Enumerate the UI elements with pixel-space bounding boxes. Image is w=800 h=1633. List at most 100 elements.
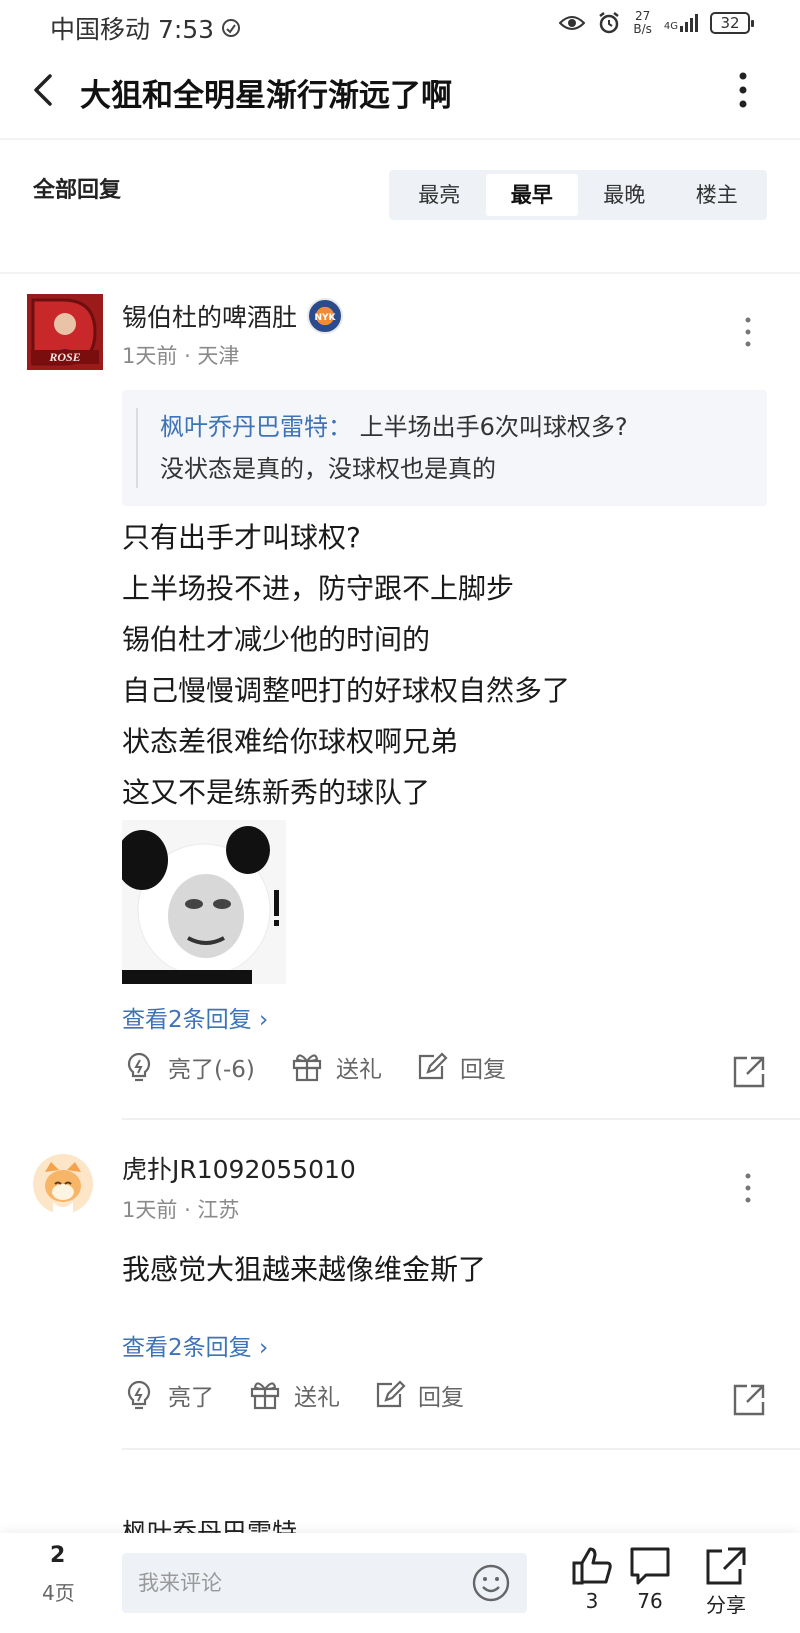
- team-badge-icon: NYK: [307, 298, 344, 334]
- status-icons: 27 B/s 4G 32: [559, 10, 754, 36]
- user-avatar[interactable]: [33, 1154, 93, 1214]
- comment-meta: 1天前 · 江苏: [122, 1194, 239, 1224]
- quote-text-1: 上半场出手6次叫球权多?: [359, 413, 628, 441]
- all-replies-label: 全部回复: [33, 178, 122, 203]
- back-arrow-icon[interactable]: [22, 68, 66, 112]
- current-page[interactable]: 2: [50, 1543, 65, 1568]
- svg-text:ROSE: ROSE: [48, 350, 80, 364]
- sort-tab-brightest[interactable]: 最亮: [393, 174, 486, 216]
- comment-divider: [122, 1448, 800, 1450]
- share-icon: [706, 1547, 746, 1585]
- gift-icon: [250, 1382, 280, 1410]
- eye-icon: [559, 16, 586, 30]
- comment-more-icon[interactable]: [742, 314, 754, 350]
- gift-button[interactable]: 送礼: [290, 1050, 382, 1084]
- emoji-icon[interactable]: [471, 1563, 511, 1603]
- page-title: 大狙和全明星渐行渐远了啊: [80, 78, 452, 114]
- reply-button[interactable]: 回复: [414, 1050, 506, 1084]
- battery-icon: 32: [710, 12, 754, 34]
- replies-header: 全部回复 最亮 最早 最晚 楼主: [0, 160, 800, 250]
- comment-placeholder: 我来评论: [138, 1571, 222, 1595]
- comment-more-icon[interactable]: [742, 1170, 754, 1206]
- signal-icon: 4G: [664, 14, 698, 32]
- next-comment-author-partial[interactable]: 枫叶乔丹巴雷特: [122, 1516, 297, 1533]
- comment-divider: [122, 1118, 800, 1120]
- meta-separator: ·: [184, 1198, 198, 1222]
- gift-icon: [292, 1054, 322, 1082]
- author-name[interactable]: 锡伯杜的啤酒肚: [122, 298, 297, 334]
- sort-tabs: 最亮 最早 最晚 楼主: [389, 170, 767, 220]
- net-speed: 27 B/s: [633, 10, 652, 36]
- share-post-button[interactable]: 分享: [696, 1545, 756, 1618]
- alarm-icon: [599, 12, 620, 34]
- comment-meta: 1天前 · 天津: [122, 340, 239, 370]
- quoted-reply[interactable]: 枫叶乔丹巴雷特： 上半场出手6次叫球权多? 没状态是真的，没球权也是真的: [122, 390, 767, 506]
- comment-author[interactable]: 锡伯杜的啤酒肚 NYK: [122, 298, 344, 334]
- share-icon[interactable]: [731, 1054, 767, 1090]
- like-label: 亮了(-6): [168, 1057, 255, 1083]
- thumbs-up-icon: [572, 1547, 612, 1585]
- like-button[interactable]: 亮了(-6): [122, 1050, 255, 1084]
- reply-label: 回复: [418, 1385, 464, 1411]
- comment-input[interactable]: 我来评论: [122, 1553, 527, 1613]
- total-pages[interactable]: 4页: [42, 1577, 75, 1606]
- reply-button[interactable]: 回复: [372, 1378, 464, 1412]
- comment-time: 1天前: [122, 344, 178, 368]
- edit-icon: [418, 1052, 448, 1080]
- more-options-icon[interactable]: [730, 68, 756, 112]
- speed-unit: B/s: [633, 22, 652, 36]
- quote-line-2: 没状态是真的，没球权也是真的: [160, 455, 496, 483]
- share-icon[interactable]: [731, 1382, 767, 1418]
- comment-line: 上半场投不进，防守跟不上脚步: [122, 572, 515, 605]
- network-type: 4G: [663, 21, 678, 32]
- comment-body: 我感觉大狙越来越像维金斯了: [122, 1244, 486, 1295]
- comment-location: 江苏: [197, 1198, 240, 1222]
- comment-line: 这又不是练新秀的球队了: [122, 776, 431, 809]
- status-bar: 中国移动 7:53 27 B/s 4G 32: [0, 0, 800, 50]
- comment-bubble-icon: [630, 1547, 670, 1585]
- share-label: 分享: [706, 1593, 746, 1617]
- lightbulb-icon: [127, 1052, 151, 1082]
- comment-actions: 亮了 送礼 回复: [122, 1378, 767, 1428]
- bottom-bar: 2 4页 我来评论 3 76 分享: [0, 1533, 800, 1633]
- meme-image[interactable]: [122, 820, 286, 984]
- quote-line-1: 枫叶乔丹巴雷特： 上半场出手6次叫球权多?: [146, 406, 747, 448]
- lightbulb-icon: [127, 1380, 151, 1410]
- sort-tab-earliest[interactable]: 最早: [485, 174, 578, 216]
- sort-tab-latest[interactable]: 最晚: [578, 174, 671, 216]
- comment-location: 天津: [197, 344, 240, 368]
- author-name[interactable]: 虎扑JR1092055010: [122, 1150, 356, 1186]
- gift-label: 送礼: [294, 1385, 340, 1411]
- like-count: 3: [585, 1589, 599, 1613]
- gift-label: 送礼: [336, 1057, 382, 1083]
- sync-icon: [222, 19, 241, 37]
- header-divider: [0, 138, 800, 140]
- comment-line: 锡伯杜才减少他的时间的: [122, 623, 431, 656]
- gift-button[interactable]: 送礼: [248, 1378, 340, 1412]
- comment-line: 只有出手才叫球权?: [122, 521, 361, 554]
- view-replies-link[interactable]: 查看2条回复 ›: [122, 1328, 268, 1362]
- comment-line: 自己慢慢调整吧打的好球权自然多了: [122, 674, 571, 707]
- section-divider: [0, 272, 800, 274]
- like-button[interactable]: 亮了: [122, 1378, 214, 1412]
- top-nav-bar: 大狙和全明星渐行渐远了啊: [0, 60, 800, 132]
- user-avatar[interactable]: ROSE: [27, 294, 103, 370]
- comment-time: 1天前: [122, 1198, 178, 1222]
- carrier-time-text: 中国移动 7:53: [50, 15, 215, 44]
- comment-body: 只有出手才叫球权? 上半场投不进，防守跟不上脚步 锡伯杜才减少他的时间的 自己慢…: [122, 512, 570, 818]
- comment-line: 状态差很难给你球权啊兄弟: [122, 725, 459, 758]
- reply-label: 回复: [460, 1057, 506, 1083]
- comment-actions: 亮了(-6) 送礼 回复: [122, 1050, 767, 1100]
- status-carrier-time: 中国移动 7:53: [50, 10, 242, 46]
- comment-author[interactable]: 虎扑JR1092055010: [122, 1150, 356, 1186]
- edit-icon: [376, 1380, 406, 1408]
- quote-author[interactable]: 枫叶乔丹巴雷特：: [160, 413, 352, 441]
- like-label: 亮了: [168, 1385, 214, 1411]
- post-like-button[interactable]: 3: [562, 1545, 622, 1613]
- comment-line: 我感觉大狙越来越像维金斯了: [122, 1253, 487, 1286]
- sort-tab-op[interactable]: 楼主: [671, 174, 764, 216]
- meta-separator: ·: [184, 344, 198, 368]
- comment-count: 76: [637, 1589, 663, 1613]
- view-replies-link[interactable]: 查看2条回复 ›: [122, 1000, 268, 1034]
- comments-button[interactable]: 76: [620, 1545, 680, 1613]
